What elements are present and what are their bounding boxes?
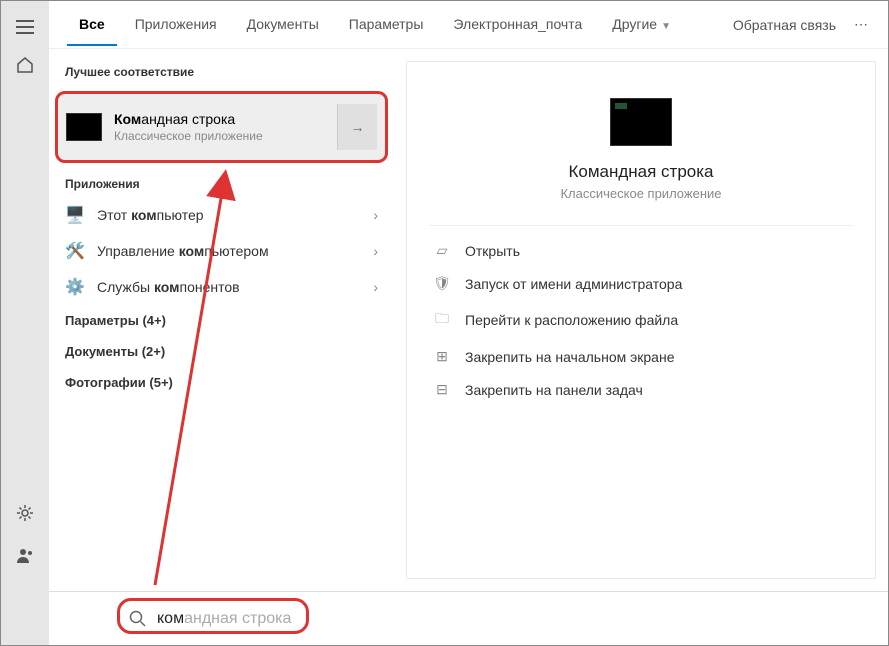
tab-settings[interactable]: Параметры: [337, 4, 436, 46]
result-label: Управление компьютером: [97, 243, 361, 259]
tab-documents[interactable]: Документы: [235, 4, 331, 46]
best-match-label: Лучшее соответствие: [49, 57, 394, 87]
search-icon: [129, 610, 147, 628]
pin-taskbar-icon: ⊟: [433, 381, 451, 398]
search-input[interactable]: командная строка: [157, 610, 291, 628]
tab-email[interactable]: Электронная_почта: [441, 4, 594, 46]
result-label: Этот компьютер: [97, 207, 361, 223]
best-match-subtitle: Классическое приложение: [114, 129, 337, 143]
gear-icon[interactable]: [15, 503, 35, 523]
hamburger-icon[interactable]: [15, 17, 35, 37]
chevron-right-icon: ›: [373, 279, 378, 295]
action-pin-taskbar[interactable]: ⊟ Закрепить на панели задач: [429, 373, 853, 406]
management-icon: 🛠️: [65, 241, 85, 261]
action-run-as-admin[interactable]: 🛡 Запуск от имени администратора: [429, 267, 853, 300]
tab-apps[interactable]: Приложения: [123, 4, 229, 46]
home-icon[interactable]: [15, 55, 35, 75]
category-settings[interactable]: Параметры (4+): [49, 305, 394, 336]
folder-icon: 🗀: [433, 308, 451, 332]
open-icon: ▱: [433, 242, 451, 259]
action-open-file-location[interactable]: 🗀 Перейти к расположению файла: [429, 300, 853, 340]
preview-pane: Командная строка Классическое приложение…: [394, 49, 888, 591]
feedback-link[interactable]: Обратная связь: [733, 17, 836, 33]
category-documents[interactable]: Документы (2+): [49, 336, 394, 367]
action-open[interactable]: ▱ Открыть: [429, 234, 853, 267]
filter-tabs: Все Приложения Документы Параметры Элект…: [49, 1, 888, 49]
action-pin-start[interactable]: ⊞ Закрепить на начальном экране: [429, 340, 853, 373]
admin-icon: 🛡: [433, 275, 451, 292]
preview-subtitle: Классическое приложение: [429, 186, 853, 201]
component-icon: ⚙️: [65, 277, 85, 297]
preview-title: Командная строка: [429, 162, 853, 182]
result-component-services[interactable]: ⚙️ Службы компонентов ›: [49, 269, 394, 305]
best-match-item[interactable]: Командная строка Классическое приложение…: [55, 91, 388, 163]
pc-icon: 🖥️: [65, 205, 85, 225]
apps-section-label: Приложения: [49, 167, 394, 197]
cmd-thumbnail-icon: [66, 113, 102, 141]
chevron-right-icon: ›: [373, 207, 378, 223]
search-bar[interactable]: командная строка командная строка: [49, 591, 888, 645]
pin-start-icon: ⊞: [433, 348, 451, 365]
tab-all[interactable]: Все: [67, 4, 117, 46]
best-match-title: Командная строка: [114, 111, 337, 127]
chevron-right-icon: ›: [373, 243, 378, 259]
preview-thumbnail-icon: [610, 98, 672, 146]
results-list: Лучшее соответствие Командная строка Кла…: [49, 49, 394, 591]
more-options-icon[interactable]: ⋯: [854, 16, 870, 33]
arrow-right-icon[interactable]: →: [337, 104, 377, 150]
tab-more[interactable]: Другие▼: [600, 4, 683, 46]
category-photos[interactable]: Фотографии (5+): [49, 367, 394, 398]
chevron-down-icon: ▼: [661, 21, 671, 32]
result-label: Службы компонентов: [97, 279, 361, 295]
cortana-rail: [1, 1, 49, 645]
people-icon[interactable]: [15, 545, 35, 565]
result-this-pc[interactable]: 🖥️ Этот компьютер ›: [49, 197, 394, 233]
result-computer-management[interactable]: 🛠️ Управление компьютером ›: [49, 233, 394, 269]
